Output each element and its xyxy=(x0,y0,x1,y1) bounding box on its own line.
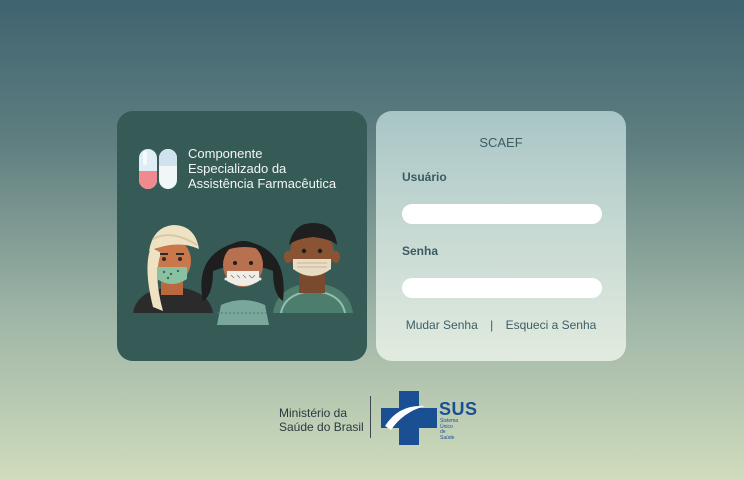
footer-divider xyxy=(370,396,371,438)
brand-line-2: Especializado da xyxy=(188,161,287,176)
ministry-line-1: Ministério da xyxy=(279,406,348,420)
brand-line-3: Assistência Farmacêutica xyxy=(188,176,337,191)
person-right xyxy=(273,223,353,314)
forgot-password-link[interactable]: Esqueci a Senha xyxy=(506,318,597,332)
ministry-line-2: Saúde do Brasil xyxy=(279,420,364,434)
person-center xyxy=(201,241,284,325)
sus-title: SUS xyxy=(439,399,478,419)
ministry-logo-text: Ministério da Saúde do Brasil xyxy=(279,406,364,434)
links-separator: | xyxy=(490,318,494,332)
sus-cross-icon xyxy=(381,391,437,445)
change-password-link[interactable]: Mudar Senha xyxy=(406,318,478,332)
system-title: SCAEF xyxy=(479,135,523,150)
login-card: SCAEF Usuário Senha Mudar Senha | Esquec… xyxy=(376,111,626,361)
account-links: Mudar Senha | Esqueci a Senha xyxy=(376,318,626,332)
username-label: Usuário xyxy=(402,170,447,184)
sus-line-3: de Saúde xyxy=(440,429,455,441)
brand-header: Componente Especializado da Assistência … xyxy=(137,146,336,193)
person-turban xyxy=(133,225,213,313)
username-input[interactable] xyxy=(402,204,602,224)
brand-title: Componente Especializado da Assistência … xyxy=(188,146,336,191)
brand-card: Componente Especializado da Assistência … xyxy=(117,111,367,361)
brand-line-1: Componente xyxy=(188,146,263,161)
password-input[interactable] xyxy=(402,278,602,298)
people-masks-illustration xyxy=(133,223,353,325)
pill-logo-icon xyxy=(137,147,181,193)
sus-subtitle: Sistema Único de Saúde xyxy=(440,418,458,441)
password-label: Senha xyxy=(402,244,439,258)
